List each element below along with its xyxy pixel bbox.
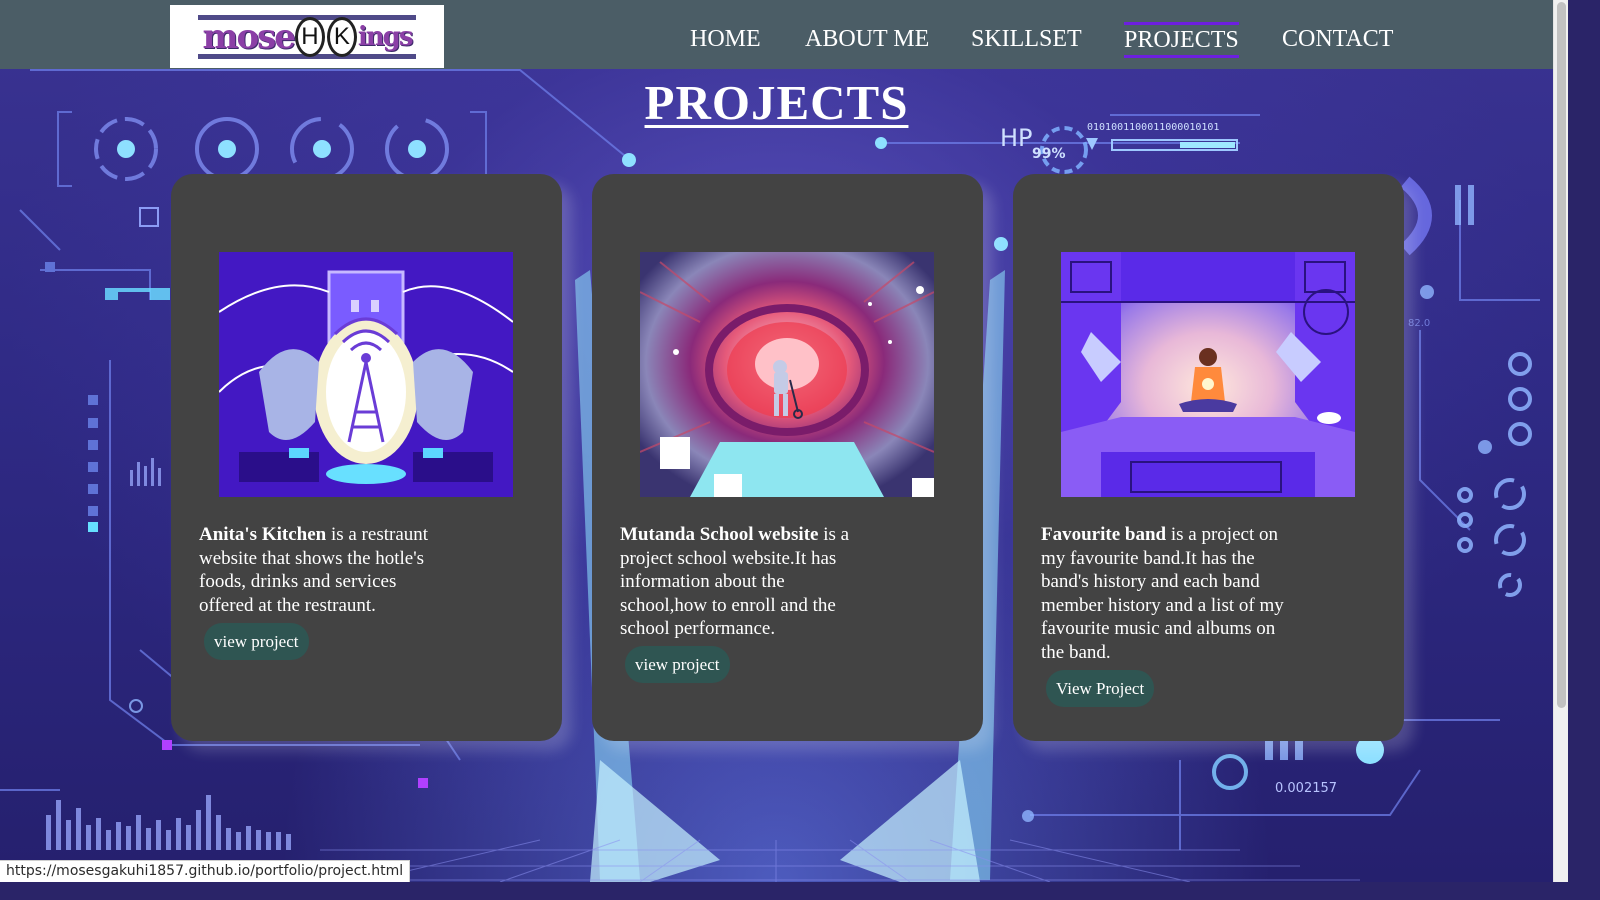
hud-small-code: 82.0 <box>1408 318 1430 329</box>
main-nav: HOME ABOUT ME SKILLSET PROJECTS CONTACT <box>0 22 1553 58</box>
link-status-bar: https://mosesgakuhi1857.github.io/portfo… <box>0 860 411 882</box>
nav-link-contact[interactable]: CONTACT <box>1282 24 1393 54</box>
project-card-anitas-kitchen: Anita's Kitchen is a restraunt website t… <box>171 174 562 741</box>
nav-link-home[interactable]: HOME <box>690 24 761 54</box>
top-navbar: mose H K ings HOME ABOUT ME SKILLSET PRO… <box>0 0 1553 69</box>
project-title-mutanda-school: Mutanda School website <box>620 524 819 545</box>
nav-link-about-me[interactable]: ABOUT ME <box>805 24 929 54</box>
project-description-anitas-kitchen: Anita's Kitchen is a restraunt website t… <box>199 524 429 616</box>
project-image-anitas-kitchen <box>219 252 513 497</box>
hud-hp-percent: 99% <box>1032 146 1066 162</box>
project-image-favourite-band <box>1061 252 1355 497</box>
project-card-favourite-band: Favourite band is a project on my favour… <box>1013 174 1404 741</box>
nav-link-projects[interactable]: PROJECTS <box>1124 22 1239 58</box>
project-description-favourite-band: Favourite band is a project on my favour… <box>1041 524 1284 663</box>
view-project-button-anitas-kitchen[interactable]: view project <box>204 623 309 660</box>
project-title-anitas-kitchen: Anita's Kitchen <box>199 524 327 545</box>
nav-link-skillset[interactable]: SKILLSET <box>971 24 1082 54</box>
project-image-mutanda-school <box>640 252 934 497</box>
project-title-favourite-band: Favourite band <box>1041 524 1167 545</box>
hud-counter: 0.002157 <box>1275 781 1337 796</box>
page-scrollbar[interactable] <box>1553 0 1568 882</box>
scrollbar-thumb[interactable] <box>1557 2 1566 708</box>
page-title: PROJECTS <box>644 75 909 130</box>
view-project-button-favourite-band[interactable]: View Project <box>1046 670 1155 707</box>
project-card-mutanda-school: Mutanda School website is a project scho… <box>592 174 983 741</box>
view-project-button-mutanda-school[interactable]: view project <box>625 646 730 683</box>
project-description-mutanda-school: Mutanda School website is a project scho… <box>620 524 850 639</box>
